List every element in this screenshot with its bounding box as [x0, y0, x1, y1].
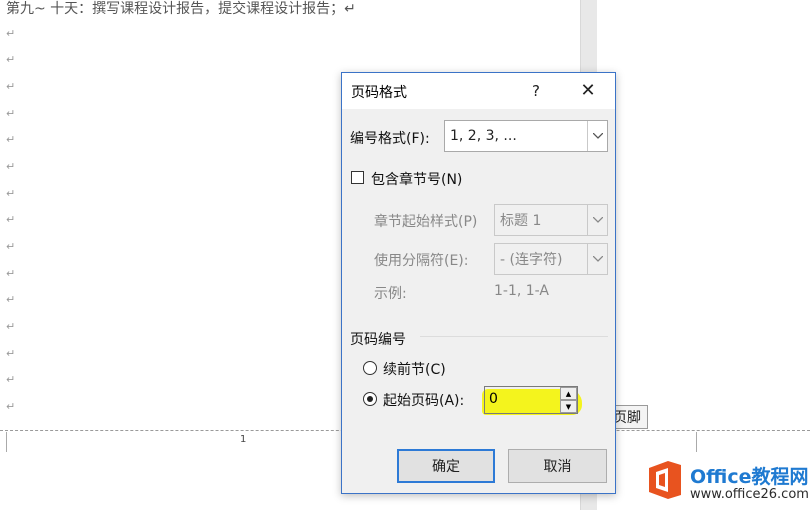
number-format-value: 1, 2, 3, ...	[450, 128, 517, 144]
footer-corner-mark	[696, 432, 698, 452]
document-text-line[interactable]: 第九~ 十天：撰写课程设计报告，提交课程设计报告；↵	[6, 0, 356, 18]
start-at-label[interactable]: 起始页码(A):	[383, 390, 464, 410]
paragraph-mark: ↵	[6, 107, 16, 120]
footer-tab[interactable]: 页脚	[612, 405, 648, 429]
chevron-down-icon[interactable]	[587, 205, 607, 235]
spin-up-icon[interactable]: ▲	[560, 387, 577, 400]
watermark-url: www.office26.com	[690, 487, 809, 502]
number-format-select[interactable]: 1, 2, 3, ...	[444, 120, 608, 152]
group-divider	[420, 336, 608, 337]
radio-selected-dot	[367, 396, 373, 402]
paragraph-mark: ↵	[6, 400, 16, 413]
chapter-start-style-label: 章节起始样式(P)	[374, 214, 478, 230]
paragraph-mark: ↵	[6, 267, 16, 280]
paragraph-mark: ↵	[6, 27, 16, 40]
watermark: Office教程网 www.office26.com	[644, 460, 810, 510]
spin-down-icon[interactable]: ▼	[560, 400, 577, 413]
chapter-start-style-value: 标题 1	[500, 213, 542, 229]
start-at-radio[interactable]	[363, 392, 377, 406]
close-button[interactable]: ✕	[576, 79, 600, 103]
include-chapter-label[interactable]: 包含章节号(N)	[371, 169, 462, 189]
paragraph-mark: ↵	[6, 80, 16, 93]
dialog-titlebar[interactable]: 页码格式 ? ✕	[342, 73, 615, 109]
separator-value: - (连字符)	[500, 252, 563, 268]
example-value: 1-1, 1-A	[494, 283, 549, 299]
start-at-spinner[interactable]: 0 ▲ ▼	[484, 386, 578, 414]
include-chapter-checkbox[interactable]	[351, 171, 364, 184]
paragraph-mark: ↵	[6, 347, 16, 360]
separator-select[interactable]: - (连字符)	[494, 243, 608, 275]
paragraph-mark: ↵	[6, 320, 16, 333]
example-label: 示例:	[374, 286, 407, 302]
page-number-format-dialog: 页码格式 ? ✕ 编号格式(F): 1, 2, 3, ... 包含章节号(N) …	[341, 72, 616, 494]
paragraph-mark: ↵	[6, 160, 16, 173]
dialog-title: 页码格式	[351, 85, 407, 101]
chevron-down-icon[interactable]	[587, 121, 607, 151]
separator-label: 使用分隔符(E):	[374, 253, 469, 269]
paragraph-mark: ↵	[6, 133, 16, 146]
paragraph-mark: ↵	[6, 53, 16, 66]
paragraph-mark: ↵	[6, 240, 16, 253]
continue-label[interactable]: 续前节(C)	[383, 359, 446, 379]
paragraph-mark: ↵	[6, 213, 16, 226]
paragraph-mark: ↵	[6, 373, 16, 386]
paragraph-mark: ↵	[6, 293, 16, 306]
continue-radio[interactable]	[363, 361, 377, 375]
watermark-title: Office教程网	[690, 466, 809, 488]
number-format-label: 编号格式(F):	[350, 131, 430, 147]
office-logo-icon	[649, 461, 681, 499]
chevron-down-icon[interactable]	[587, 244, 607, 274]
paragraph-mark: ↵	[6, 187, 16, 200]
footer-page-number: 1	[240, 434, 247, 445]
help-button[interactable]: ?	[524, 79, 548, 103]
ok-button[interactable]: 确定	[397, 449, 495, 483]
chapter-start-style-select[interactable]: 标题 1	[494, 204, 608, 236]
footer-corner-mark	[6, 432, 8, 452]
start-at-input[interactable]: 0	[489, 391, 498, 407]
page-numbering-group-label: 页码编号	[350, 332, 406, 348]
cancel-button[interactable]: 取消	[508, 449, 607, 483]
